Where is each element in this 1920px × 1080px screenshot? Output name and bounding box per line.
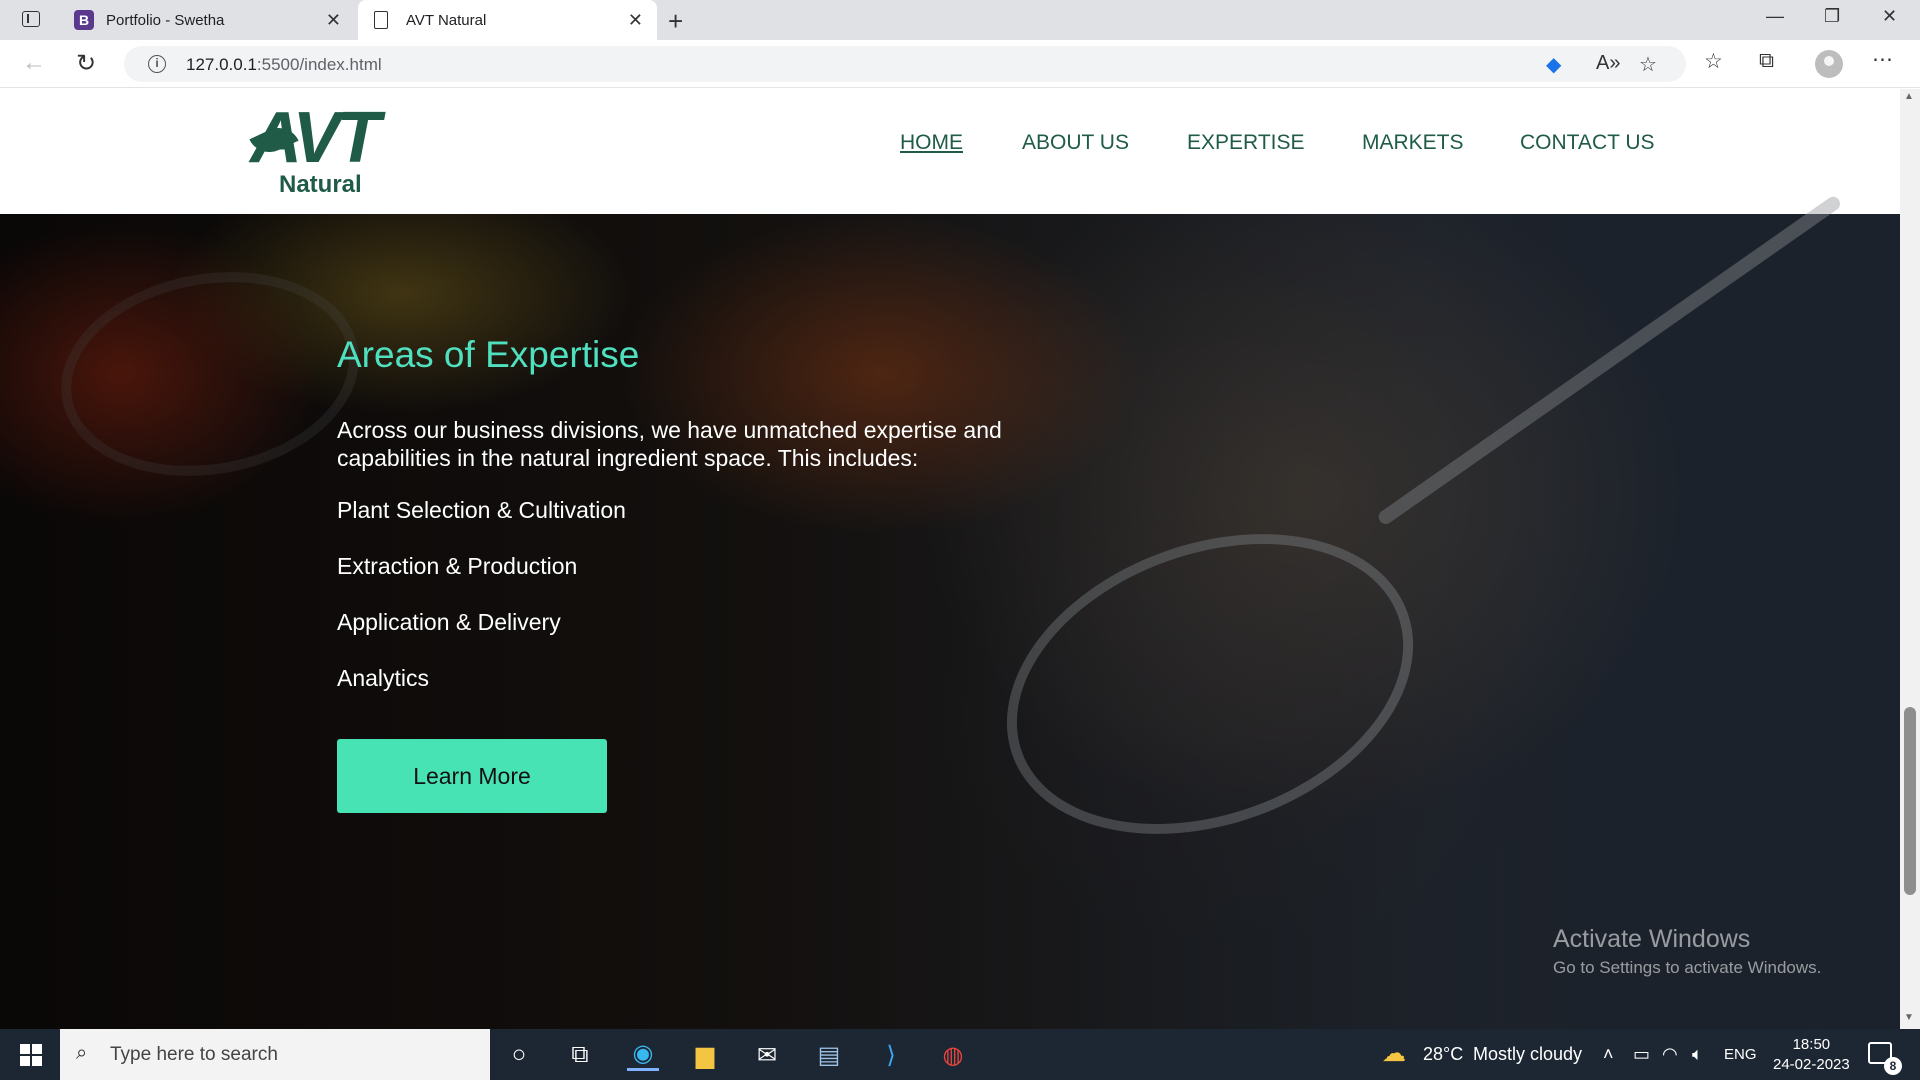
expertise-item: Application & Delivery bbox=[337, 609, 561, 635]
tab-portfolio[interactable]: B Portfolio - Swetha ✕ bbox=[62, 0, 355, 40]
close-tab-icon[interactable]: ✕ bbox=[628, 10, 643, 31]
clock-date: 24-02-2023 bbox=[1773, 1056, 1850, 1073]
notification-count: 8 bbox=[1884, 1057, 1902, 1075]
chrome-icon[interactable]: ◍ bbox=[937, 1039, 969, 1071]
weather-cloud-icon[interactable]: ☁ bbox=[1382, 1039, 1406, 1068]
nav-expertise[interactable]: EXPERTISE bbox=[1187, 131, 1305, 155]
close-window-icon[interactable]: ✕ bbox=[1882, 6, 1897, 27]
clock-time: 18:50 bbox=[1792, 1036, 1831, 1053]
scroll-up-icon[interactable]: ▲ bbox=[1904, 91, 1914, 102]
nav-contact-us[interactable]: CONTACT US bbox=[1520, 131, 1655, 155]
page-viewport: AVT Natural HOME ABOUT US EXPERTISE MARK… bbox=[0, 89, 1900, 1029]
learn-more-button[interactable]: Learn More bbox=[337, 739, 607, 813]
tab-title: AVT Natural bbox=[406, 11, 487, 29]
show-hidden-icons[interactable]: ˄ bbox=[1603, 1044, 1614, 1065]
nav-about-us[interactable]: ABOUT US bbox=[1022, 131, 1129, 155]
expertise-item: Analytics bbox=[337, 665, 430, 691]
weather-temp[interactable]: 28°C bbox=[1423, 1044, 1463, 1065]
hero-description: Across our business divisions, we have u… bbox=[337, 417, 1002, 471]
address-bar[interactable]: i 127.0.0.1:5500/index.html ◆ A» ☆ bbox=[124, 46, 1686, 82]
scrollbar-thumb[interactable] bbox=[1904, 707, 1916, 895]
search-placeholder: Type here to search bbox=[110, 1044, 278, 1065]
read-aloud-icon[interactable]: A» bbox=[1596, 52, 1620, 75]
back-arrow-icon[interactable]: ← bbox=[22, 49, 46, 77]
vertical-tabs-icon[interactable] bbox=[22, 11, 40, 27]
tab-title: Portfolio - Swetha bbox=[106, 11, 225, 29]
browser-toolbar: ← ↻ i 127.0.0.1:5500/index.html ◆ A» ☆ ☆… bbox=[0, 40, 1920, 88]
refresh-icon[interactable]: ↻ bbox=[76, 49, 96, 78]
close-tab-icon[interactable]: ✕ bbox=[326, 10, 341, 31]
shopping-tag-icon[interactable]: ◆ bbox=[1546, 52, 1561, 77]
cortana-icon[interactable]: ○ bbox=[503, 1039, 535, 1071]
file-explorer-icon[interactable]: ▆ bbox=[689, 1039, 721, 1071]
site-header: AVT Natural HOME ABOUT US EXPERTISE MARK… bbox=[0, 89, 1900, 214]
nav-markets[interactable]: MARKETS bbox=[1362, 131, 1464, 155]
collections-icon[interactable]: ⧉ bbox=[1759, 49, 1774, 73]
windows-taskbar: ⌕ Type here to search ○ ⧉ ◉ ▆ ✉ ▤ ⟩ ◍ ☁ … bbox=[0, 1029, 1920, 1080]
add-favorite-icon[interactable]: ☆ bbox=[1639, 52, 1657, 77]
expertise-item: Plant Selection & Cultivation bbox=[337, 497, 626, 523]
document-icon bbox=[374, 11, 388, 29]
profile-avatar[interactable] bbox=[1815, 50, 1843, 78]
search-icon: ⌕ bbox=[76, 1042, 88, 1064]
weather-desc[interactable]: Mostly cloudy bbox=[1473, 1044, 1582, 1065]
page-scrollbar[interactable]: ▲ ▼ bbox=[1900, 89, 1920, 1029]
minimize-icon[interactable]: — bbox=[1766, 6, 1784, 27]
windows-start-icon[interactable] bbox=[20, 1044, 42, 1066]
hero-section: Areas of Expertise Across our business d… bbox=[0, 194, 1900, 1029]
more-menu-icon[interactable]: ⋯ bbox=[1872, 47, 1893, 72]
url-text[interactable]: 127.0.0.1:5500/index.html bbox=[186, 55, 382, 75]
hero-title: Areas of Expertise bbox=[337, 334, 640, 375]
nav-home[interactable]: HOME bbox=[900, 131, 963, 155]
browser-tab-strip: B Portfolio - Swetha ✕ AVT Natural ✕ + —… bbox=[0, 0, 1920, 40]
logo-natural-text: Natural bbox=[279, 171, 362, 198]
activate-windows-title: Activate Windows bbox=[1553, 925, 1751, 953]
volume-icon[interactable]: 🔈︎ bbox=[1692, 1044, 1703, 1065]
battery-icon[interactable]: ▭ bbox=[1633, 1044, 1650, 1065]
vscode-icon[interactable]: ⟩ bbox=[875, 1039, 907, 1071]
expertise-item: Extraction & Production bbox=[337, 553, 578, 579]
edge-browser-icon[interactable]: ◉ bbox=[627, 1039, 659, 1071]
site-info-icon[interactable]: i bbox=[148, 55, 166, 73]
wifi-icon[interactable]: ◠ bbox=[1662, 1044, 1678, 1065]
new-tab-plus-icon[interactable]: + bbox=[668, 6, 683, 37]
tab-favicon-b: B bbox=[74, 10, 94, 30]
clock[interactable]: 18:50 24-02-2023 bbox=[1773, 1035, 1850, 1075]
restore-icon[interactable]: ❐ bbox=[1824, 6, 1840, 27]
favorites-icon[interactable]: ☆ bbox=[1704, 49, 1723, 74]
tab-avt-natural[interactable]: AVT Natural ✕ bbox=[358, 0, 657, 40]
scroll-down-icon[interactable]: ▼ bbox=[1904, 1012, 1914, 1023]
mail-icon[interactable]: ✉ bbox=[751, 1039, 783, 1071]
taskbar-search-box[interactable]: ⌕ Type here to search bbox=[60, 1029, 490, 1080]
remote-desktop-icon[interactable]: ▤ bbox=[813, 1039, 845, 1071]
activate-windows-subtitle: Go to Settings to activate Windows. bbox=[1553, 958, 1822, 977]
language-indicator[interactable]: ENG bbox=[1724, 1046, 1757, 1063]
task-view-icon[interactable]: ⧉ bbox=[564, 1039, 596, 1071]
